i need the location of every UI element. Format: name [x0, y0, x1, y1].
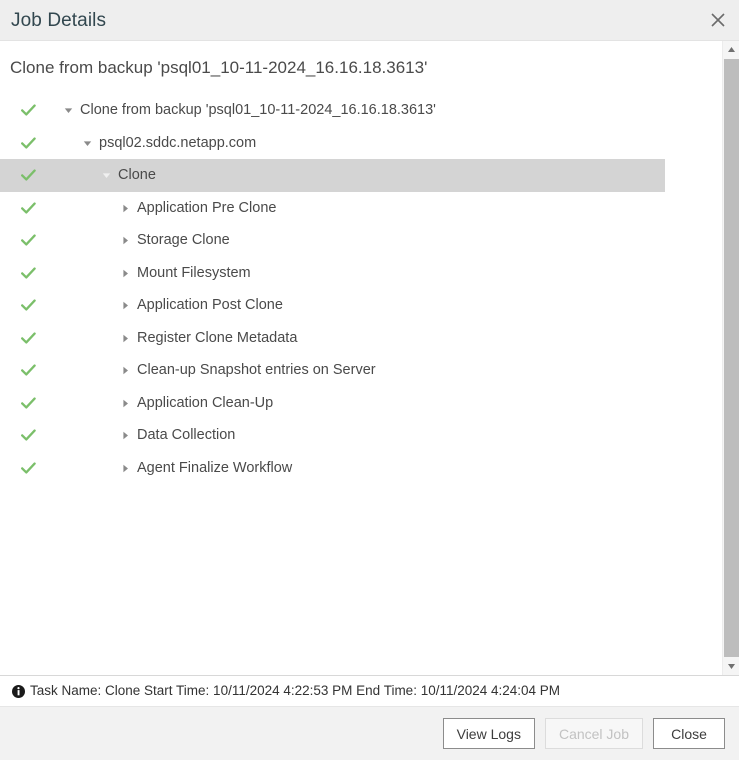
tree-item-label: Application Post Clone [137, 297, 283, 314]
success-check-icon [14, 267, 42, 280]
scrollbar-thumb[interactable] [724, 59, 739, 657]
tree-item-label: Register Clone Metadata [137, 329, 298, 346]
tree-item-label: Clean-up Snapshot entries on Server [137, 362, 376, 379]
twisty-collapsed-icon[interactable] [117, 301, 133, 310]
dialog-title: Job Details [11, 9, 107, 31]
twisty-expanded-icon[interactable] [79, 139, 95, 148]
success-check-icon [14, 137, 42, 150]
tree-row[interactable]: Data Collection [0, 419, 665, 452]
tree-row[interactable]: Application Post Clone [0, 289, 665, 322]
twisty-collapsed-icon[interactable] [117, 431, 133, 440]
tree-item-label: Clone [118, 167, 156, 184]
twisty-collapsed-icon[interactable] [117, 366, 133, 375]
tree-row[interactable]: psql02.sddc.netapp.com [0, 127, 665, 160]
twisty-collapsed-icon[interactable] [117, 204, 133, 213]
twisty-collapsed-icon[interactable] [117, 399, 133, 408]
dialog-titlebar: Job Details [0, 0, 739, 41]
twisty-collapsed-icon[interactable] [117, 236, 133, 245]
success-check-icon [14, 202, 42, 215]
tree-row[interactable]: Clone from backup 'psql01_10-11-2024_16.… [0, 94, 665, 127]
success-check-icon [14, 169, 42, 182]
status-bar: Task Name: Clone Start Time: 10/11/2024 … [0, 675, 739, 707]
cancel-job-button: Cancel Job [544, 718, 643, 749]
dialog-body: Clone from backup 'psql01_10-11-2024_16.… [0, 41, 739, 675]
tree-row[interactable]: Clean-up Snapshot entries on Server [0, 354, 665, 387]
success-check-icon [14, 332, 42, 345]
tree-item-label: Storage Clone [137, 232, 230, 249]
dialog-footer: View Logs Cancel Job Close [0, 707, 739, 760]
job-details-dialog: Job Details Clone from backup 'psql01_10… [0, 0, 739, 760]
caret-up-icon[interactable] [723, 41, 739, 58]
tree-row[interactable]: Application Clean-Up [0, 387, 665, 420]
tree-row[interactable]: Mount Filesystem [0, 257, 665, 290]
tree-item-label: Data Collection [137, 427, 236, 444]
tree-item-label: psql02.sddc.netapp.com [99, 134, 257, 151]
tree-item-label: Application Pre Clone [137, 199, 277, 216]
twisty-expanded-icon[interactable] [60, 106, 76, 115]
success-check-icon [14, 364, 42, 377]
success-check-icon [14, 429, 42, 442]
info-icon [11, 684, 25, 698]
caret-down-icon[interactable] [723, 658, 739, 675]
twisty-collapsed-icon[interactable] [117, 269, 133, 278]
tree-row[interactable]: Clone [0, 159, 665, 192]
status-bar-text: Task Name: Clone Start Time: 10/11/2024 … [30, 683, 561, 699]
twisty-expanded-icon[interactable] [98, 171, 114, 180]
close-button[interactable]: Close [653, 718, 725, 749]
tree-item-label: Agent Finalize Workflow [137, 459, 293, 476]
close-icon[interactable] [705, 7, 731, 33]
tree-item-label: Mount Filesystem [137, 264, 251, 281]
vertical-scrollbar[interactable] [722, 41, 739, 675]
job-subtitle: Clone from backup 'psql01_10-11-2024_16.… [10, 58, 428, 77]
tree-item-label: Application Clean-Up [137, 394, 274, 411]
tree-row[interactable]: Storage Clone [0, 224, 665, 257]
view-logs-button[interactable]: View Logs [442, 718, 535, 749]
job-task-tree: Clone from backup 'psql01_10-11-2024_16.… [0, 94, 665, 484]
twisty-collapsed-icon[interactable] [117, 464, 133, 473]
success-check-icon [14, 397, 42, 410]
tree-row[interactable]: Register Clone Metadata [0, 322, 665, 355]
success-check-icon [14, 234, 42, 247]
success-check-icon [14, 462, 42, 475]
tree-item-label: Clone from backup 'psql01_10-11-2024_16.… [80, 102, 436, 119]
tree-row[interactable]: Application Pre Clone [0, 192, 665, 225]
tree-row[interactable]: Agent Finalize Workflow [0, 452, 665, 485]
twisty-collapsed-icon[interactable] [117, 334, 133, 343]
success-check-icon [14, 299, 42, 312]
success-check-icon [14, 104, 42, 117]
